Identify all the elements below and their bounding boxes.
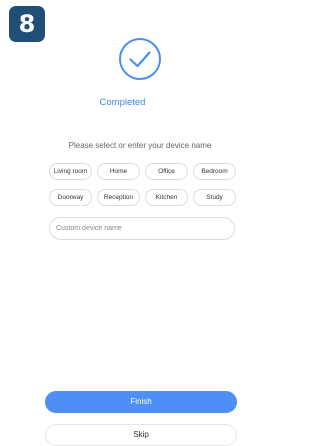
room-chip-living-room[interactable]: Living room bbox=[49, 163, 92, 180]
room-chip-doorway[interactable]: Doorway bbox=[49, 189, 92, 206]
room-chip-kitchen[interactable]: Kitchen bbox=[145, 189, 188, 206]
room-chip-group: Living room Home Office Bedroom Doorway … bbox=[49, 163, 236, 206]
custom-device-name-input[interactable] bbox=[49, 217, 235, 240]
room-chip-home[interactable]: Home bbox=[97, 163, 140, 180]
room-chip-study[interactable]: Study bbox=[193, 189, 236, 206]
check-circle-icon bbox=[119, 38, 161, 80]
completed-status-label: Completed bbox=[99, 97, 146, 108]
finish-button[interactable]: Finish bbox=[45, 391, 237, 413]
room-chip-office[interactable]: Office bbox=[145, 163, 188, 180]
step-number-badge: 8 bbox=[9, 6, 45, 42]
room-chip-reception[interactable]: Reception bbox=[97, 189, 140, 206]
room-chip-bedroom[interactable]: Bedroom bbox=[193, 163, 236, 180]
device-name-prompt: Please select or enter your device name bbox=[68, 141, 212, 150]
skip-button[interactable]: Skip bbox=[45, 424, 237, 446]
